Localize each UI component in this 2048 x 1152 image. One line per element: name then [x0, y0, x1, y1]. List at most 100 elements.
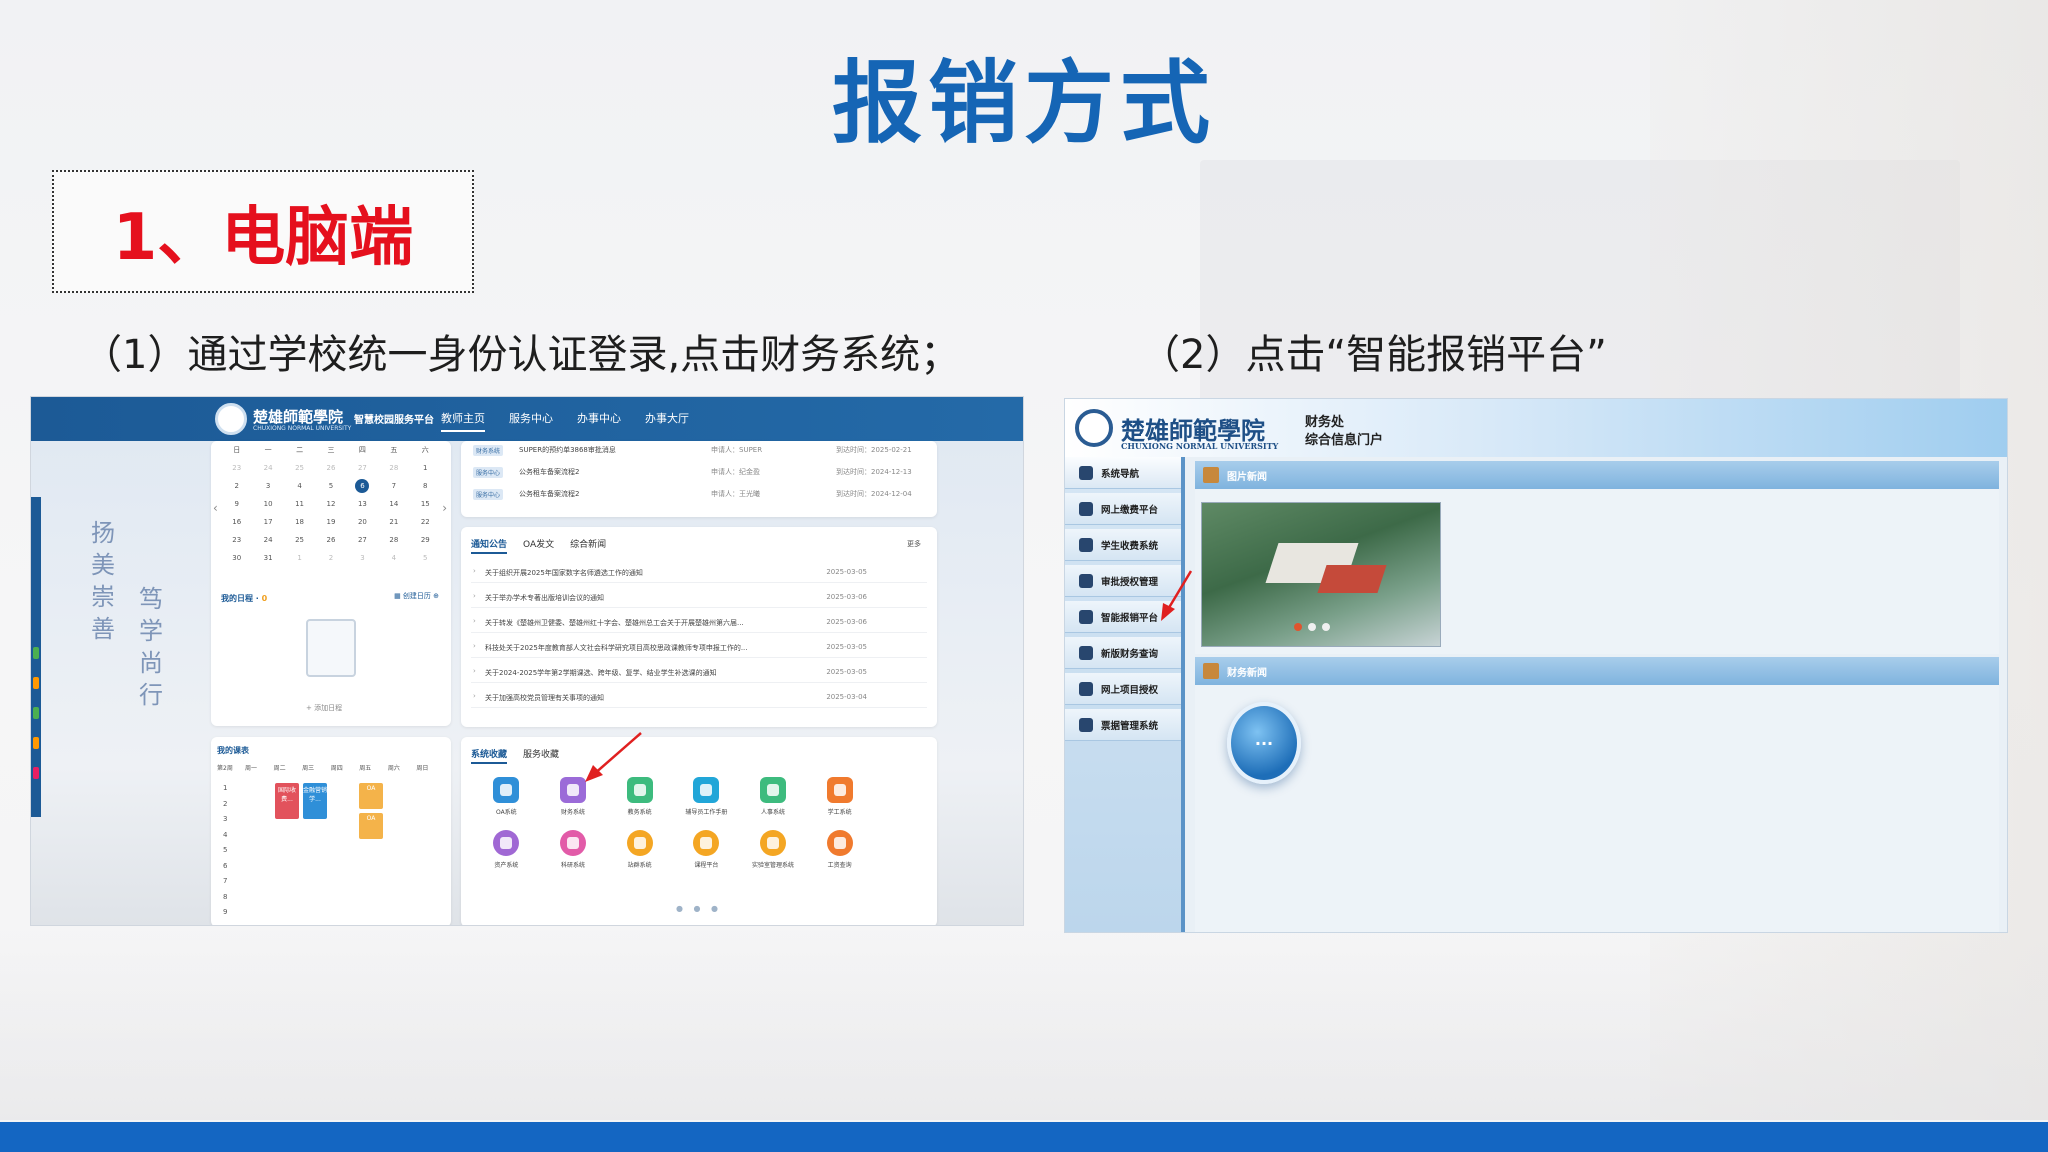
tab-service-favorites[interactable]: 服务收藏 [523, 747, 559, 764]
app-tile[interactable]: 人事系统 [740, 777, 807, 816]
calendar-day[interactable]: 19 [315, 515, 346, 529]
app-label: 课程平台 [694, 862, 719, 869]
notice-row[interactable]: › 关于加强高校党员管理有关事项的通知 2025-03-04 [471, 686, 927, 708]
tab-notices[interactable]: 通知公告 [471, 537, 508, 554]
app-tile[interactable]: 资产系统 [473, 830, 540, 869]
notice-row[interactable]: › 关于组织开展2025年国家数字名师遴选工作的通知 2025-03-05 [471, 561, 927, 583]
notice-date: 2025-03-04 [826, 693, 867, 701]
calendar-day[interactable]: 21 [378, 515, 409, 529]
calendar-day[interactable]: 5 [410, 551, 441, 565]
calendar-day[interactable]: 11 [284, 497, 315, 511]
course-day: 周四 [330, 765, 343, 772]
calendar-day[interactable]: 27 [347, 461, 378, 475]
notice-row[interactable]: › 科技处关于2025年度教育部人文社会科学研究项目高校思政课教师专项申报工作的.… [471, 636, 927, 658]
app-tile[interactable]: 科研系统 [540, 830, 607, 869]
notice-row[interactable]: › 关于举办学术专著出版培训会议的通知 2025-03-06 [471, 586, 927, 608]
calendar-day[interactable]: 30 [221, 551, 252, 565]
course-block[interactable]: 金融营销学... [303, 783, 327, 819]
menu-online-payment[interactable]: 网上缴费平台 [1065, 493, 1181, 525]
calendar-day[interactable]: 23 [221, 461, 252, 475]
app-tile[interactable]: 辅导员工作手册 [673, 777, 740, 816]
calendar-next-icon[interactable]: › [442, 501, 447, 515]
calendar-day[interactable]: 25 [284, 461, 315, 475]
app-icon [759, 830, 786, 856]
menu-smart-reimbursement[interactable]: 智能报销平台 [1065, 601, 1181, 633]
calendar-day[interactable]: 18 [284, 515, 315, 529]
app-tile[interactable]: OA系统 [473, 777, 540, 816]
calendar-day[interactable]: 22 [410, 515, 441, 529]
menu-project-auth[interactable]: 网上项目授权 [1065, 673, 1181, 705]
calendar-day[interactable]: 17 [252, 515, 283, 529]
notice-title: 关于举办学术专著出版培训会议的通知 [485, 594, 604, 602]
campus-photo[interactable] [1201, 502, 1441, 647]
notice-title: 关于2024-2025学年第2学期课选、跨年级、复学、结业学生补选课的通知 [485, 669, 717, 677]
course-period: 8 [223, 892, 228, 901]
tab-system-favorites[interactable]: 系统收藏 [471, 747, 508, 764]
add-schedule-link[interactable]: + 添加日程 [306, 703, 342, 713]
menu-finance-query[interactable]: 新版财务查询 [1065, 637, 1181, 669]
create-calendar-button[interactable]: ▦ 创建日历 ⊕ [394, 591, 439, 601]
message-row[interactable]: 服务中心 公务租车备案流程2 申请人：王光曦 到达时间：2024-12-04 [461, 485, 937, 505]
calendar-day[interactable]: 2 [315, 551, 346, 565]
calendar-day[interactable]: 26 [315, 461, 346, 475]
app-tile[interactable]: 财务系统 [540, 777, 607, 816]
course-block[interactable]: 国际收费... [275, 783, 299, 819]
calendar-weekday: 六 [421, 446, 429, 454]
calendar-day[interactable]: 25 [284, 533, 315, 547]
calendar-day[interactable]: 4 [378, 551, 409, 565]
nav-office-hall[interactable]: 办事大厅 [645, 410, 689, 432]
calendar-day[interactable]: 26 [315, 533, 346, 547]
calendar-day[interactable]: 28 [378, 461, 409, 475]
calendar-prev-icon[interactable]: ‹ [213, 501, 218, 515]
menu-student-fees[interactable]: 学生收费系统 [1065, 529, 1181, 561]
calendar-day[interactable]: 24 [252, 533, 283, 547]
calendar-day[interactable]: 27 [347, 533, 378, 547]
calendar-day[interactable]: 2 [221, 479, 252, 493]
app-tile[interactable]: 工资查询 [806, 830, 873, 869]
calendar-day[interactable]: 14 [378, 497, 409, 511]
notices-more-link[interactable]: 更多 [907, 539, 921, 549]
tab-oa-docs[interactable]: OA发文 [523, 537, 554, 554]
calendar-day[interactable]: 15 [410, 497, 441, 511]
notice-row[interactable]: › 关于2024-2025学年第2学期课选、跨年级、复学、结业学生补选课的通知 20… [471, 661, 927, 683]
nav-service-center[interactable]: 服务中心 [509, 410, 553, 432]
nav-teacher-home[interactable]: 教师主页 [441, 410, 485, 432]
calendar-day[interactable]: 23 [221, 533, 252, 547]
calendar-day[interactable]: 10 [252, 497, 283, 511]
calendar-day[interactable]: 28 [378, 533, 409, 547]
message-row[interactable]: 服务中心 公务租车备案流程2 申请人：纪金盈 到达时间：2024-12-13 [461, 463, 937, 483]
nav-office-center[interactable]: 办事中心 [577, 410, 621, 432]
calendar-day[interactable]: 29 [410, 533, 441, 547]
course-table-title: 我的课表 [217, 746, 249, 755]
calendar-day[interactable]: 24 [252, 461, 283, 475]
calendar-day[interactable]: 13 [347, 497, 378, 511]
calendar-day[interactable]: 12 [315, 497, 346, 511]
calendar-day[interactable]: 4 [284, 479, 315, 493]
calendar-day[interactable]: 6 [355, 479, 370, 493]
calendar-day[interactable]: 5 [315, 479, 346, 493]
calendar-day[interactable]: 1 [410, 461, 441, 475]
message-row[interactable]: 财务系统 SUPER的预约单3868审批消息 申请人：SUPER 到达时间：20… [461, 441, 937, 461]
notice-row[interactable]: › 关于转发《楚雄州卫健委、楚雄州红十字会、楚雄州总工会关于开展楚雄州第六届...… [471, 611, 927, 633]
menu-invoice-management[interactable]: 票据管理系统 [1065, 709, 1181, 741]
calendar-day[interactable]: 3 [252, 479, 283, 493]
course-block[interactable]: OA [359, 813, 383, 839]
app-tile[interactable]: 教务系统 [606, 777, 673, 816]
calendar-day[interactable]: 16 [221, 515, 252, 529]
app-tile[interactable]: 实验室管理系统 [740, 830, 807, 869]
app-tile[interactable]: 站群系统 [606, 830, 673, 869]
calendar-day[interactable]: 7 [378, 479, 409, 493]
menu-system-nav[interactable]: 系统导航 [1065, 457, 1181, 489]
calendar-day[interactable]: 1 [284, 551, 315, 565]
calendar-day[interactable]: 20 [347, 515, 378, 529]
course-block[interactable]: OA [359, 783, 383, 809]
calendar-day[interactable]: 9 [221, 497, 252, 511]
calendar-day[interactable]: 8 [410, 479, 441, 493]
app-label: 教务系统 [627, 809, 652, 816]
calendar-day[interactable]: 3 [347, 551, 378, 565]
tab-news[interactable]: 综合新闻 [570, 537, 606, 554]
app-tile[interactable]: 学工系统 [806, 777, 873, 816]
app-tile[interactable]: 课程平台 [673, 830, 740, 869]
menu-approval-auth[interactable]: 审批授权管理 [1065, 565, 1181, 597]
calendar-day[interactable]: 31 [252, 551, 283, 565]
